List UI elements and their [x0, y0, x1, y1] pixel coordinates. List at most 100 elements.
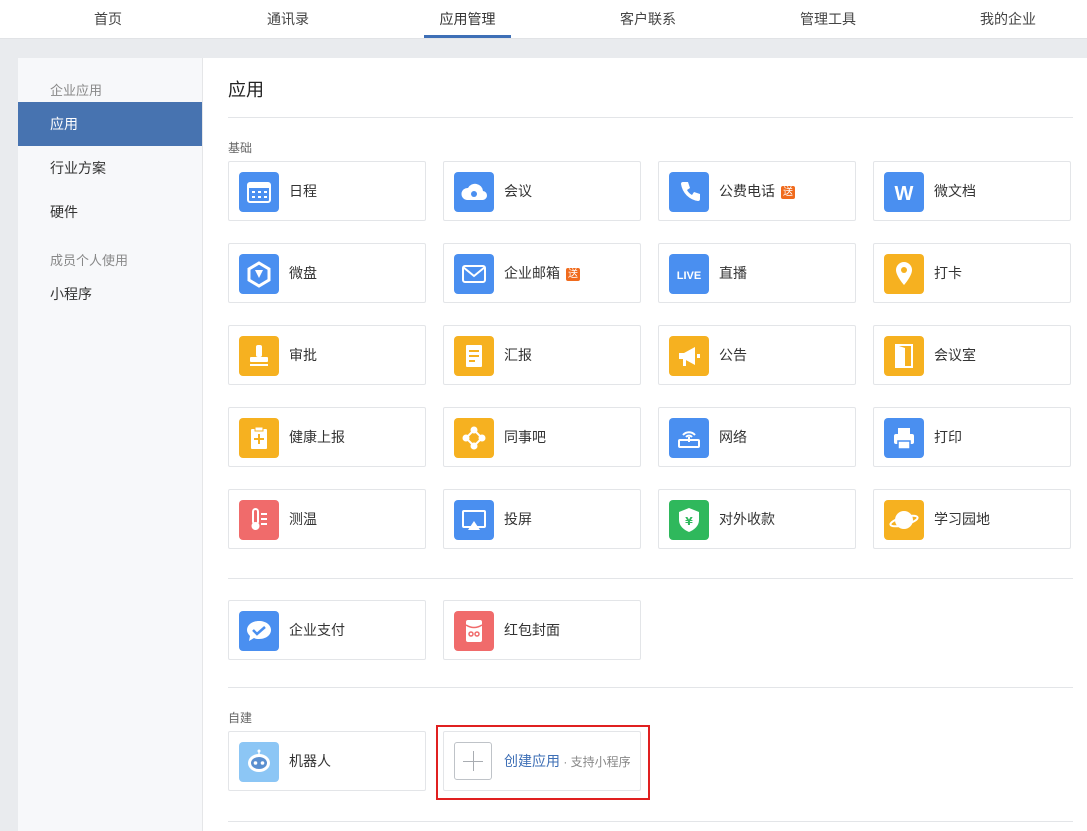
app-name: 红包封面 [504, 622, 560, 638]
app-card[interactable]: 打卡 [873, 243, 1071, 303]
app-card[interactable]: 审批 [228, 325, 426, 385]
red-packet-icon [454, 611, 494, 651]
app-card[interactable]: 健康上报 [228, 407, 426, 467]
section-label-custom: 自建 [228, 711, 253, 725]
section-divider [228, 687, 1073, 688]
app-name: 企业支付 [289, 622, 345, 638]
sidebar-item-mini-program[interactable]: 小程序 [18, 272, 202, 316]
app-name: 直播 [719, 265, 747, 281]
app-name-row: 机器人 [289, 732, 331, 790]
nav-contacts[interactable]: 通讯录 [240, 0, 336, 38]
gift-badge: 送 [781, 186, 795, 199]
sidebar-item-apps[interactable]: 应用 [18, 102, 202, 146]
app-name: 机器人 [289, 753, 331, 769]
pay-bubble-icon [239, 611, 279, 651]
robot-icon [239, 742, 279, 782]
sidebar-group-personal-use: 成员个人使用 [50, 253, 129, 268]
nav-home[interactable]: 首页 [60, 0, 156, 38]
app-card[interactable]: LIVE 直播 [658, 243, 856, 303]
app-name: 企业邮箱 [504, 265, 560, 281]
printer-icon [884, 418, 924, 458]
megaphone-icon [669, 336, 709, 376]
nav-app-management[interactable]: 应用管理 [424, 0, 511, 38]
sidebar-item-hardware[interactable]: 硬件 [18, 190, 202, 234]
app-card[interactable]: ¥ 对外收款 [658, 489, 856, 549]
app-name-row: 网络 [719, 408, 747, 466]
app-name-row: 审批 [289, 326, 317, 384]
nav-customer-contact[interactable]: 客户联系 [600, 0, 696, 38]
app-name: 健康上报 [289, 429, 345, 445]
app-name-row: 学习园地 [934, 490, 990, 548]
location-pin-icon [884, 254, 924, 294]
screen-cast-icon [454, 500, 494, 540]
app-name-row: 微文档 [934, 162, 976, 220]
app-card[interactable]: 汇报 [443, 325, 641, 385]
sidebar-item-industry-solutions[interactable]: 行业方案 [18, 146, 202, 190]
app-name: 会议 [504, 183, 532, 199]
title-divider [228, 117, 1073, 118]
app-name: 汇报 [504, 347, 532, 363]
svg-text:LIVE: LIVE [677, 270, 701, 282]
top-navigation: 首页 通讯录 应用管理 客户联系 管理工具 我的企业 [0, 0, 1087, 39]
app-name: 打卡 [934, 265, 962, 281]
app-card[interactable]: 红包封面 [443, 600, 641, 660]
app-name: 公费电话 [719, 183, 775, 199]
yuan-shield-icon: ¥ [669, 500, 709, 540]
network-icon [454, 418, 494, 458]
svg-text:¥: ¥ [685, 515, 693, 528]
app-name: 同事吧 [504, 429, 546, 445]
gift-badge: 送 [566, 268, 580, 281]
router-icon [669, 418, 709, 458]
app-card[interactable]: 网络 [658, 407, 856, 467]
app-name-row: 打印 [934, 408, 962, 466]
nav-my-company[interactable]: 我的企业 [960, 0, 1056, 38]
app-name-row: 会议 [504, 162, 532, 220]
report-icon [454, 336, 494, 376]
app-name: 打印 [934, 429, 962, 445]
bottom-divider [228, 821, 1073, 822]
app-name: 会议室 [934, 347, 976, 363]
app-name: 测温 [289, 511, 317, 527]
section-divider [228, 578, 1073, 579]
sidebar-group-enterprise-apps: 企业应用 [50, 83, 103, 98]
app-name-row: 测温 [289, 490, 317, 548]
nav-admin-tools[interactable]: 管理工具 [780, 0, 876, 38]
app-card[interactable]: 企业邮箱送 [443, 243, 641, 303]
app-name: 公告 [719, 347, 747, 363]
app-name-row: 会议室 [934, 326, 976, 384]
app-card[interactable]: 会议 [443, 161, 641, 221]
app-name: 审批 [289, 347, 317, 363]
app-card[interactable]: 日程 [228, 161, 426, 221]
app-name-row: 打卡 [934, 244, 962, 302]
app-card[interactable]: 打印 [873, 407, 1071, 467]
app-card[interactable]: 会议室 [873, 325, 1071, 385]
app-card[interactable]: 机器人 [228, 731, 426, 791]
app-name: 投屏 [504, 511, 532, 527]
app-name-row: 公告 [719, 326, 747, 384]
app-name: 日程 [289, 183, 317, 199]
app-card[interactable]: 同事吧 [443, 407, 641, 467]
app-card[interactable]: 测温 [228, 489, 426, 549]
app-name: 网络 [719, 429, 747, 445]
planet-icon [884, 500, 924, 540]
app-card[interactable]: 公告 [658, 325, 856, 385]
app-card[interactable]: 学习园地 [873, 489, 1071, 549]
app-name-row: 红包封面 [504, 601, 560, 659]
app-name-row: 汇报 [504, 326, 532, 384]
highlight-box [436, 725, 650, 800]
app-card[interactable]: 公费电话送 [658, 161, 856, 221]
door-icon [884, 336, 924, 376]
app-card[interactable]: 微盘 [228, 243, 426, 303]
app-card[interactable]: 投屏 [443, 489, 641, 549]
app-card[interactable]: W 微文档 [873, 161, 1071, 221]
app-card[interactable]: 企业支付 [228, 600, 426, 660]
page-title: 应用 [228, 80, 264, 100]
app-name-row: 企业支付 [289, 601, 345, 659]
w-doc-icon: W [884, 172, 924, 212]
app-name: 微盘 [289, 265, 317, 281]
app-name: 微文档 [934, 183, 976, 199]
drive-icon [239, 254, 279, 294]
live-icon: LIVE [669, 254, 709, 294]
main-panel: 企业应用 应用 行业方案 硬件 成员个人使用 小程序 应用 基础 日程 会议 公费电… [18, 58, 1087, 831]
app-name-row: 企业邮箱送 [504, 244, 580, 302]
